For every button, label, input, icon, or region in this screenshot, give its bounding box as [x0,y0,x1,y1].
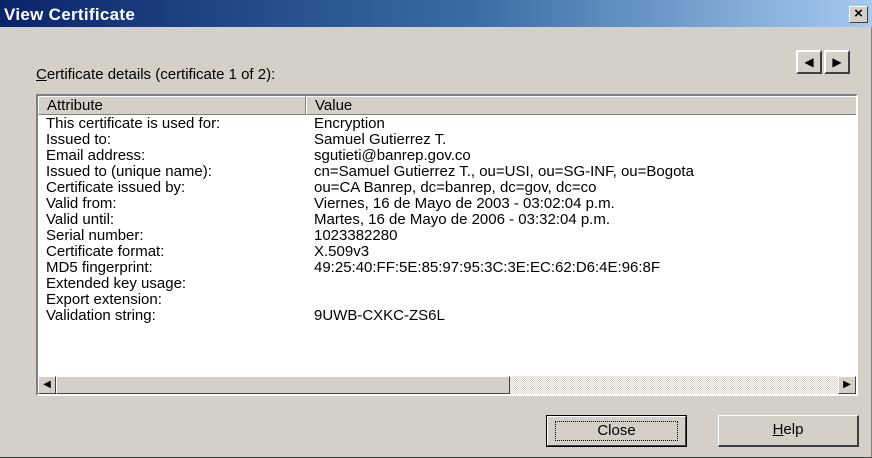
attribute-cell: Certificate format: [46,243,165,260]
value-cell: Martes, 16 de Mayo de 2006 - 03:32:04 p.… [314,211,611,228]
attribute-cell: Validation string: [46,307,156,324]
arrow-right-icon: ▶ [832,55,842,69]
attribute-cell: MD5 fingerprint: [46,259,153,276]
value-cell: sgutieti@banrep.gov.co [314,147,471,164]
table-row[interactable]: Issued to (unique name): cn=Samuel Gutier… [38,163,856,180]
help-accesskey: H [772,421,784,438]
window-title: View Certificate [4,5,136,24]
list-header: Attribute Value [38,96,856,115]
attribute-cell: Issued to (unique name): [46,163,212,180]
close-button-label: Close [597,422,636,439]
table-row[interactable]: Certificate issued by: ou=CA Banrep, dc=b… [38,179,856,196]
scrollbar-thumb[interactable] [56,376,510,394]
attribute-cell: Export extension: [46,291,162,308]
attribute-cell: Issued to: [46,131,112,148]
scroll-right-button[interactable]: ▶ [838,376,856,394]
value-cell: cn=Samuel Gutierrez T., ou=USI, ou=SG-IN… [314,163,694,180]
help-button-label: elp [783,421,804,438]
close-icon[interactable]: × [849,6,868,23]
scroll-left-icon: ◀ [43,379,51,390]
table-row[interactable]: Valid from: Viernes, 16 de Mayo de 2003 -… [38,195,856,212]
table-row[interactable]: Serial number: 1023382280 [38,227,856,244]
close-button[interactable]: Close [546,415,687,447]
attribute-cell: Certificate issued by: [46,179,186,196]
attribute-cell: Valid until: [46,211,115,228]
title-bar: View Certificate × [0,0,872,27]
certificate-details-label: Certificate details (certificate 1 of 2)… [36,66,275,83]
scroll-right-icon: ▶ [843,379,851,390]
table-row[interactable]: Certificate format: X.509v3 [38,243,856,260]
table-row[interactable]: Issued to: Samuel Gutierrez T. [38,131,856,148]
horizontal-scrollbar[interactable]: ◀ ▶ [38,376,856,394]
value-cell: 1023382280 [314,227,398,244]
table-row[interactable]: Valid until: Martes, 16 de Mayo de 2006 -… [38,211,856,228]
certificate-details-list[interactable]: Attribute Value This certificate is used… [36,94,858,396]
value-cell: Viernes, 16 de Mayo de 2003 - 03:02:04 p… [314,195,615,212]
details-label-accesskey: C [36,66,47,83]
value-cell: 9UWB-CXKC-ZS6L [314,307,445,324]
table-row[interactable]: Validation string: 9UWB-CXKC-ZS6L [38,307,856,324]
attribute-cell: This certificate is used for: [46,115,221,132]
table-row[interactable]: Extended key usage: [38,275,856,292]
column-header-attribute[interactable]: Attribute [38,96,306,115]
details-label-text: ertificate details (certificate 1 of 2): [46,66,276,83]
arrow-left-icon: ◀ [804,55,814,69]
scrollbar-track[interactable] [56,376,838,394]
view-certificate-dialog: View Certificate × Certificate details (… [0,0,872,458]
previous-certificate-button[interactable]: ◀ [796,50,822,74]
table-row[interactable]: MD5 fingerprint: 49:25:40:FF:5E:85:97:95:… [38,259,856,276]
attribute-cell: Extended key usage: [46,275,187,292]
value-cell: ou=CA Banrep, dc=banrep, dc=gov, dc=co [314,179,597,196]
list-rows: This certificate is used for: Encryption … [38,115,856,324]
next-certificate-button[interactable]: ▶ [824,50,850,74]
value-cell: 49:25:40:FF:5E:85:97:95:3C:3E:EC:62:D6:4… [314,259,661,276]
table-row[interactable]: Export extension: [38,291,856,308]
table-row[interactable]: This certificate is used for: Encryption [38,115,856,132]
value-cell: X.509v3 [314,243,370,260]
help-button[interactable]: Help [718,415,859,447]
table-row[interactable]: Email address: sgutieti@banrep.gov.co [38,147,856,164]
attribute-cell: Valid from: [46,195,117,212]
column-header-value[interactable]: Value [306,96,856,115]
attribute-cell: Serial number: [46,227,144,244]
value-cell: Encryption [314,115,385,132]
attribute-cell: Email address: [46,147,146,164]
value-cell: Samuel Gutierrez T. [314,131,447,148]
scroll-left-button[interactable]: ◀ [38,376,56,394]
